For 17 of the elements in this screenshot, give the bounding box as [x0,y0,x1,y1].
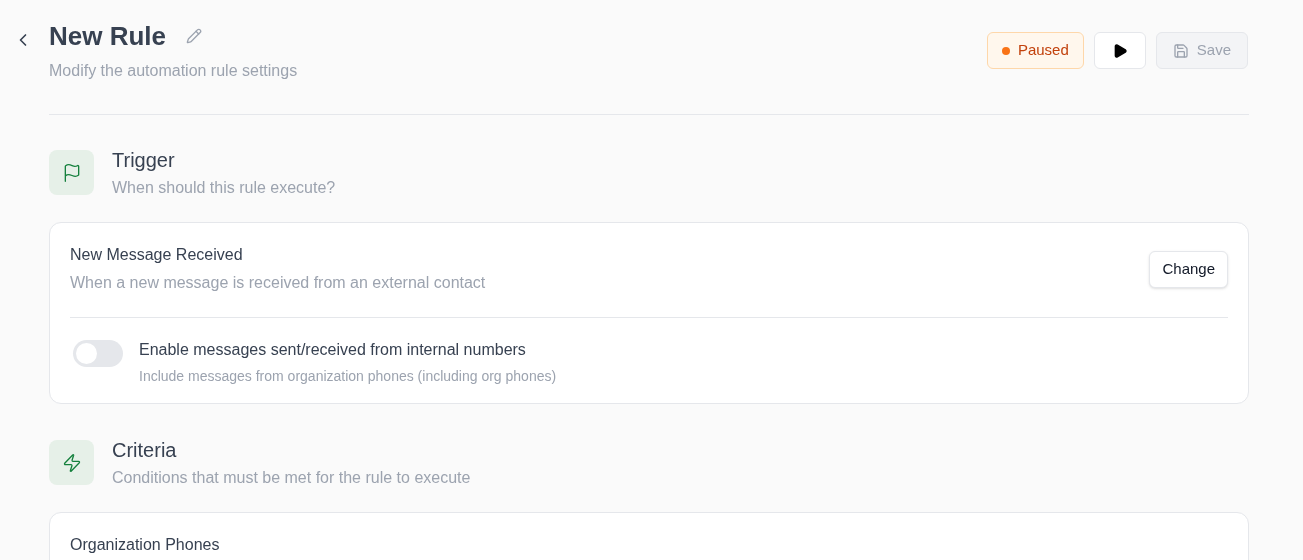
section-title: Trigger [112,148,176,172]
page-subtitle: Modify the automation rule settings [49,61,298,81]
status-label: Paused [1017,40,1069,61]
section-subtitle: When should this rule execute? [112,178,336,198]
page-title: New Rule [49,20,167,52]
toggle-label: Enable messages sent/received from internal numbers [139,340,527,360]
toggle-description: Include messages from organization phones (including org phones) [139,367,557,386]
toggle-switch[interactable] [73,340,123,367]
card-title: New Message Received [70,245,244,265]
play-button[interactable] [1093,32,1146,69]
change-button[interactable]: Change [1149,250,1228,288]
lightning-icon [61,452,82,473]
section-subtitle: Conditions that must be met for the rule to execute [112,468,471,488]
card-title: Organization Phones [70,535,220,555]
save-icon [1172,42,1189,59]
section-title: Criteria [112,438,178,462]
card-description: When a new message is received from an external contact [70,273,486,293]
